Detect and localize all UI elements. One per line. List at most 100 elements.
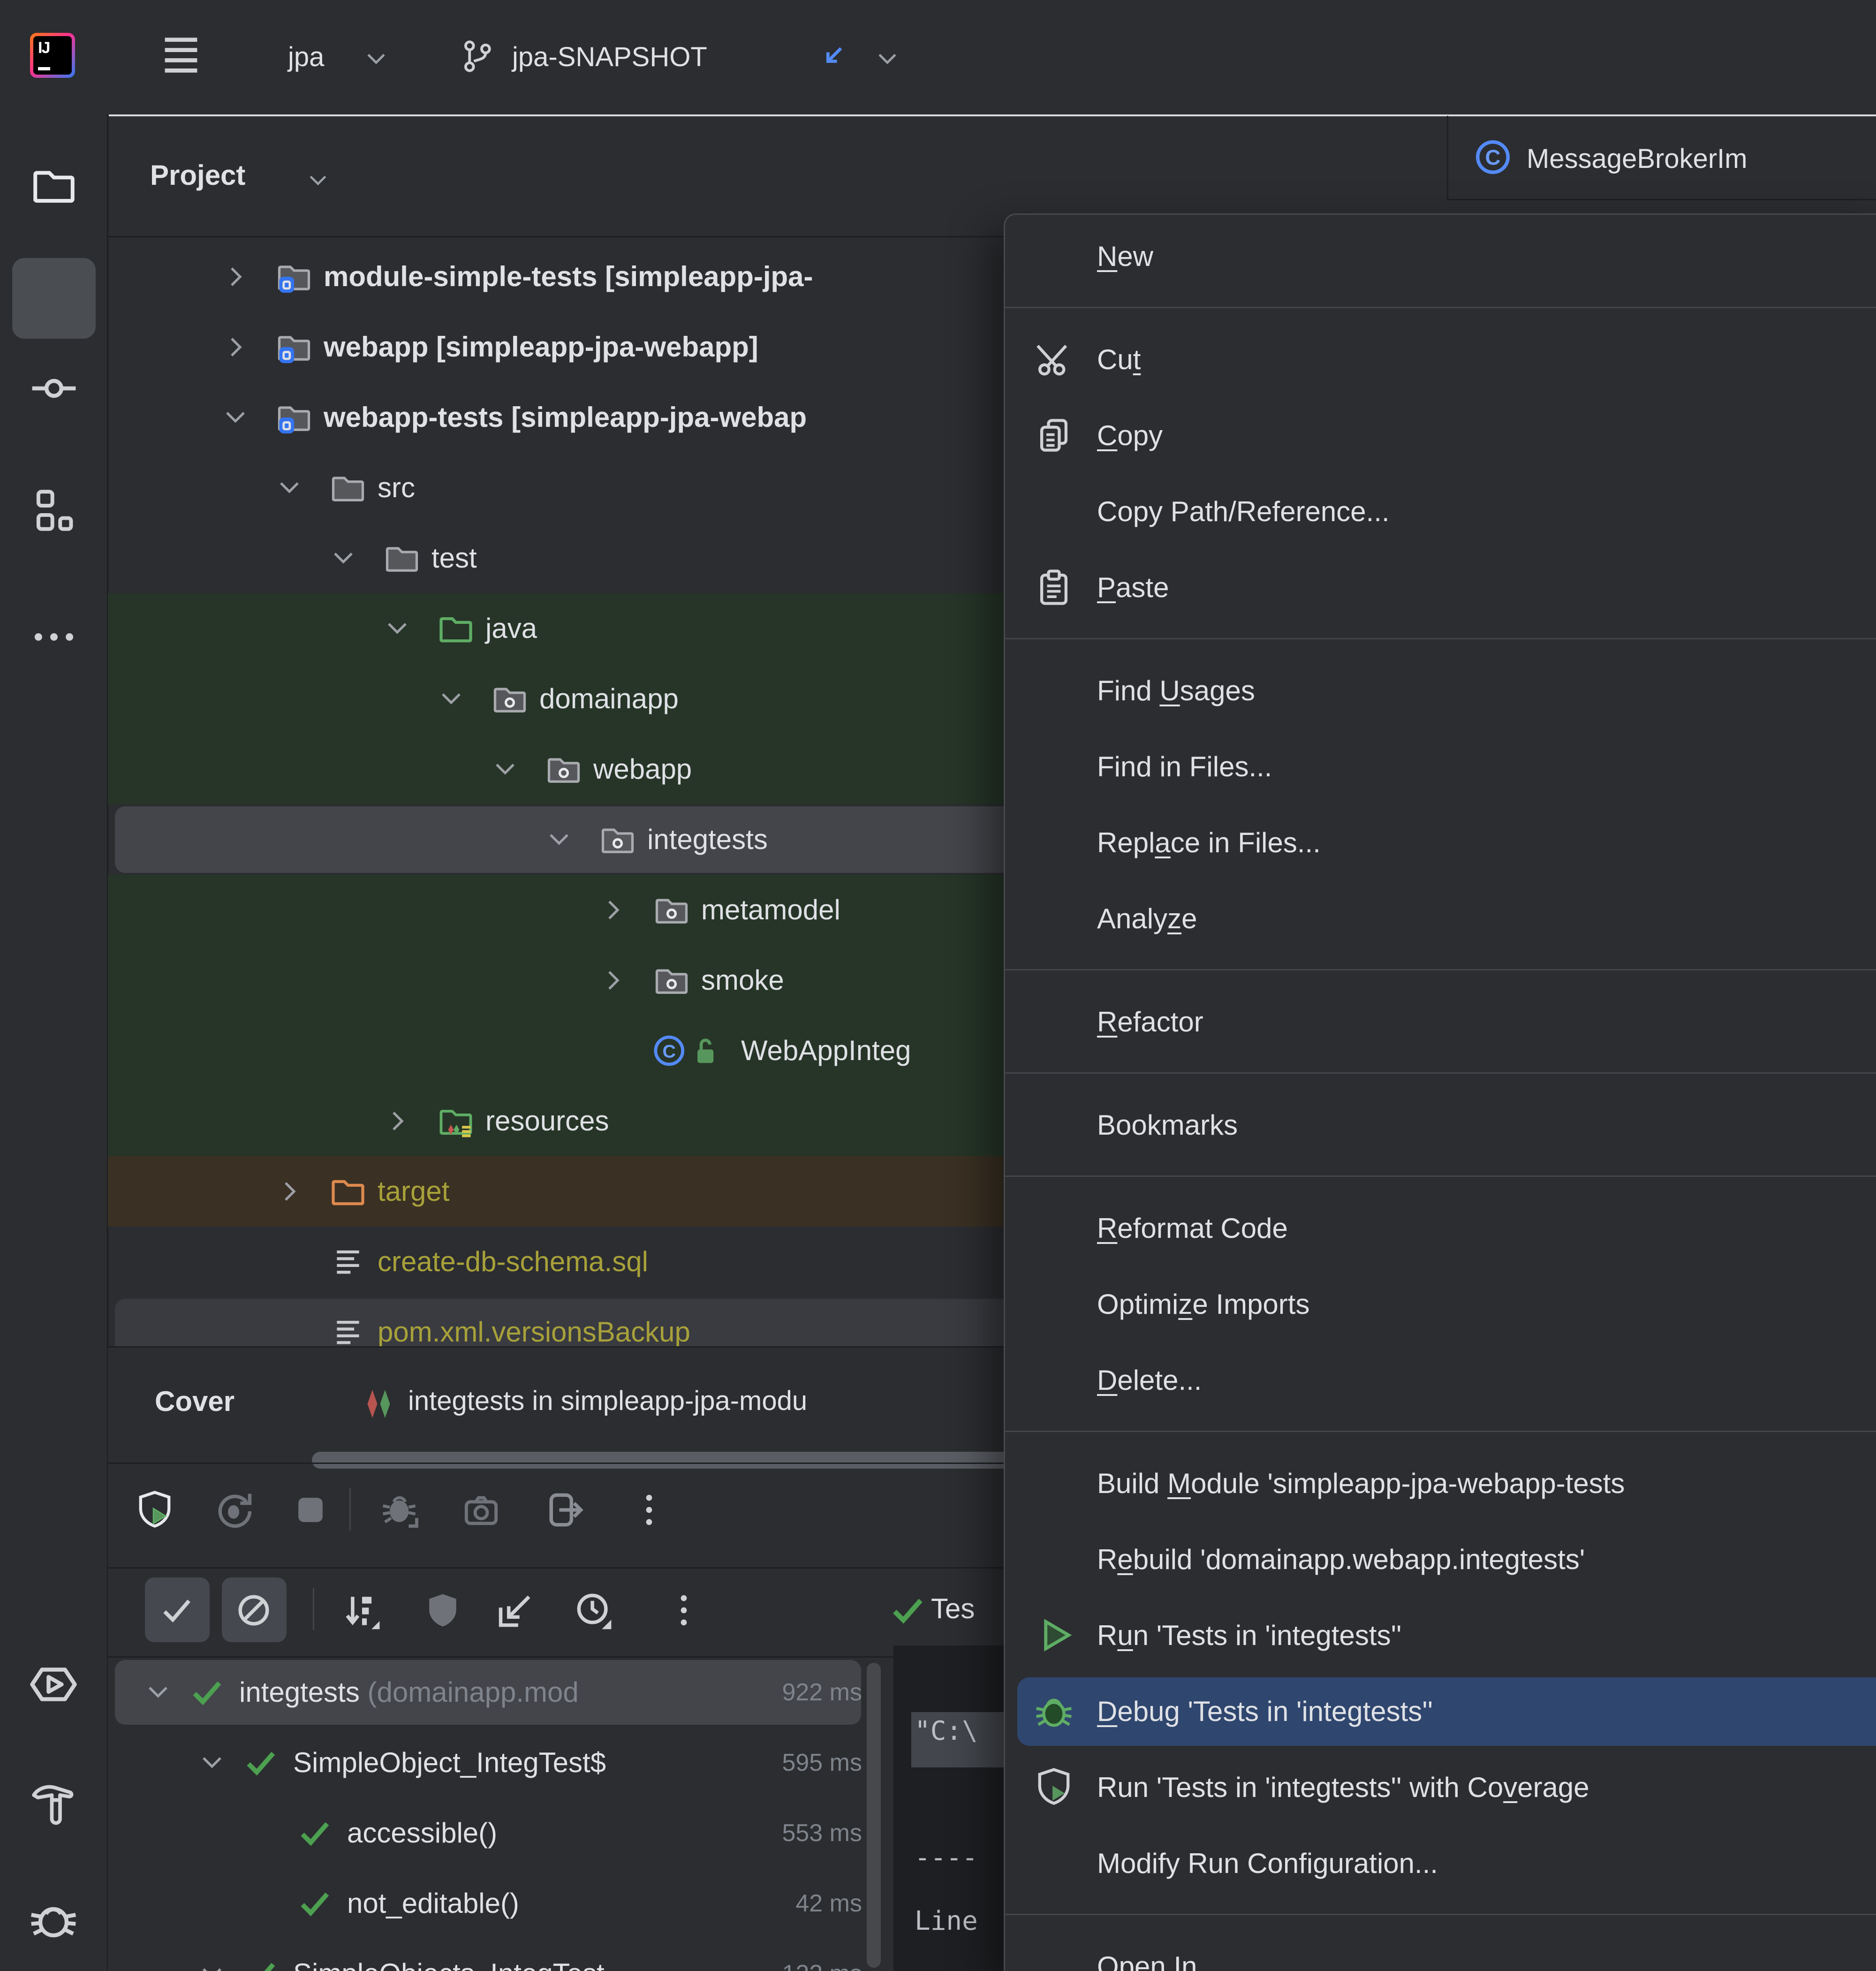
menu-item[interactable]: Build Module 'simpleapp-jpa-webapp-tests (1005, 1446, 1876, 1522)
debug-grey-button[interactable] (379, 1488, 422, 1531)
console-line: incl (915, 1969, 978, 1971)
activity-commit-button[interactable] (29, 364, 79, 413)
file-text-icon (337, 1320, 359, 1344)
tabstrip-bottom-divider (1447, 199, 1876, 200)
activity-project-folder-button[interactable] (29, 160, 79, 210)
menu-item[interactable]: New (1005, 219, 1876, 295)
menu-item[interactable]: Run 'Tests in 'integtests'' with Coverag… (1005, 1750, 1876, 1826)
menu-item[interactable]: Find Usages (1005, 653, 1876, 729)
rerun-coverage-button[interactable] (133, 1488, 176, 1531)
horizontal-scrollbar[interactable] (312, 1452, 1022, 1469)
menu-item[interactable]: Modify Run Configuration... (1005, 1826, 1876, 1902)
import-results-button[interactable] (495, 1589, 538, 1632)
test-row[interactable]: integtests (domainapp.mod 922 ms (108, 1657, 905, 1728)
expand-toggle[interactable] (382, 1106, 412, 1136)
menu-item-label: Refactor (1097, 1006, 1203, 1038)
project-selector[interactable]: jpa (288, 41, 324, 73)
chevron-down-icon (305, 167, 331, 194)
menu-item[interactable]: Copy Path/Reference... (1005, 474, 1876, 550)
menu-item[interactable]: Analyze (1005, 881, 1876, 957)
expand-toggle[interactable] (490, 754, 520, 784)
menu-item[interactable]: Find in Files... (1005, 729, 1876, 805)
show-passed-icon (163, 1600, 190, 1623)
rerun-button[interactable] (212, 1488, 255, 1531)
menu-separator (1005, 638, 1876, 639)
editor-tab-label: MessageBrokerIm (1527, 144, 1747, 174)
menu-item[interactable]: Reformat Code (1005, 1190, 1876, 1266)
expand-toggle[interactable] (274, 473, 304, 503)
test-row[interactable]: not_editable() 42 ms (108, 1868, 905, 1939)
expand-toggle[interactable] (598, 895, 628, 925)
expand-toggle[interactable] (598, 965, 628, 995)
expand-toggle[interactable] (220, 262, 250, 292)
vcs-branch-widget[interactable]: jpa-SNAPSHOT (512, 41, 707, 73)
menu-item[interactable]: Refactor (1005, 984, 1876, 1060)
activity-debug-bug-button[interactable] (27, 1893, 80, 1945)
hamburger-icon[interactable] (158, 31, 204, 78)
activity-run-button[interactable] (27, 1658, 80, 1711)
menu-item-label: Analyze (1097, 903, 1197, 934)
screenshot-button[interactable] (460, 1488, 503, 1531)
test-row-label: not_editable() (347, 1888, 519, 1919)
expand-toggle[interactable] (220, 402, 250, 432)
expand-toggle[interactable] (220, 332, 250, 362)
menu-item[interactable]: Delete... (1005, 1342, 1876, 1418)
shield-button[interactable] (421, 1589, 464, 1632)
kebab-button[interactable] (662, 1589, 705, 1632)
test-duration: 553 ms (782, 1819, 862, 1847)
stop-button[interactable] (289, 1488, 332, 1531)
activity-structure-button[interactable] (29, 485, 79, 535)
menu-item-label: Open In (1097, 1951, 1197, 1971)
main-menu-button[interactable] (158, 31, 204, 78)
test-row[interactable]: accessible() 553 ms (108, 1798, 905, 1868)
menu-item[interactable]: Replace in Files... (1005, 805, 1876, 881)
folder-test-icon (439, 617, 472, 643)
kebab-button[interactable] (628, 1488, 671, 1531)
menu-item[interactable]: Paste (1005, 550, 1876, 626)
menu-item[interactable]: Debug 'Tests in 'integtests'' (1005, 1674, 1876, 1750)
chevron-down-icon (334, 553, 353, 564)
project-panel-title[interactable]: Project (150, 159, 245, 191)
menu-item[interactable]: Rebuild 'domainapp.webapp.integtests' (1005, 1522, 1876, 1598)
menu-item[interactable]: Cut (1005, 322, 1876, 398)
test-duration: 922 ms (782, 1679, 862, 1706)
test-duration: 42 ms (795, 1890, 862, 1917)
expand-toggle[interactable] (328, 543, 358, 573)
check-icon (301, 1822, 329, 1846)
chevron-down-icon (550, 834, 568, 845)
panel-divider (108, 1463, 1013, 1464)
expand-toggle[interactable] (143, 1677, 173, 1707)
show-passed-button[interactable] (155, 1589, 198, 1632)
menu-item[interactable]: Bookmarks (1005, 1087, 1876, 1163)
test-row[interactable]: SimpleObject_IntegTest$ 595 ms (108, 1728, 905, 1798)
expand-toggle[interactable] (197, 1748, 227, 1778)
exit-button[interactable] (543, 1488, 586, 1531)
history-button[interactable] (572, 1589, 615, 1632)
menu-item-label: Debug 'Tests in 'integtests'' (1097, 1696, 1433, 1727)
vertical-scrollbar[interactable] (867, 1663, 881, 1968)
cut-icon (1036, 345, 1067, 376)
chevron-right-icon (285, 1182, 296, 1201)
sort-by-duration-button[interactable] (340, 1589, 384, 1632)
chevron-down-icon (203, 1968, 221, 1971)
activity-build-hammer-button[interactable] (27, 1775, 80, 1828)
run-configuration[interactable]: integtests in simpleapp-jpa-modu (408, 1385, 1008, 1417)
chevron-down-icon (878, 53, 896, 64)
package-icon (655, 899, 688, 924)
show-ignored-button[interactable] (232, 1589, 275, 1632)
menu-item-label: Copy Path/Reference... (1097, 496, 1390, 527)
menu-separator (1005, 1072, 1876, 1074)
menu-item[interactable]: Run 'Tests in 'integtests'' (1005, 1598, 1876, 1674)
menu-item[interactable]: Optimize Imports (1005, 1266, 1876, 1342)
activity-more-button[interactable] (29, 612, 79, 662)
cover-tab[interactable]: Cover (155, 1385, 234, 1418)
menu-item[interactable]: Copy (1005, 398, 1876, 474)
menu-item[interactable]: Open In (1005, 1929, 1876, 1971)
test-row[interactable]: SimpleObjects_IntegTest 122 ms (108, 1939, 905, 1971)
expand-toggle[interactable] (382, 614, 412, 644)
expand-toggle[interactable] (544, 825, 574, 855)
expand-toggle[interactable] (274, 1176, 304, 1206)
expand-toggle[interactable] (436, 684, 466, 714)
editor-tab[interactable]: C MessageBrokerIm (1447, 116, 1876, 199)
expand-toggle[interactable] (197, 1959, 227, 1971)
